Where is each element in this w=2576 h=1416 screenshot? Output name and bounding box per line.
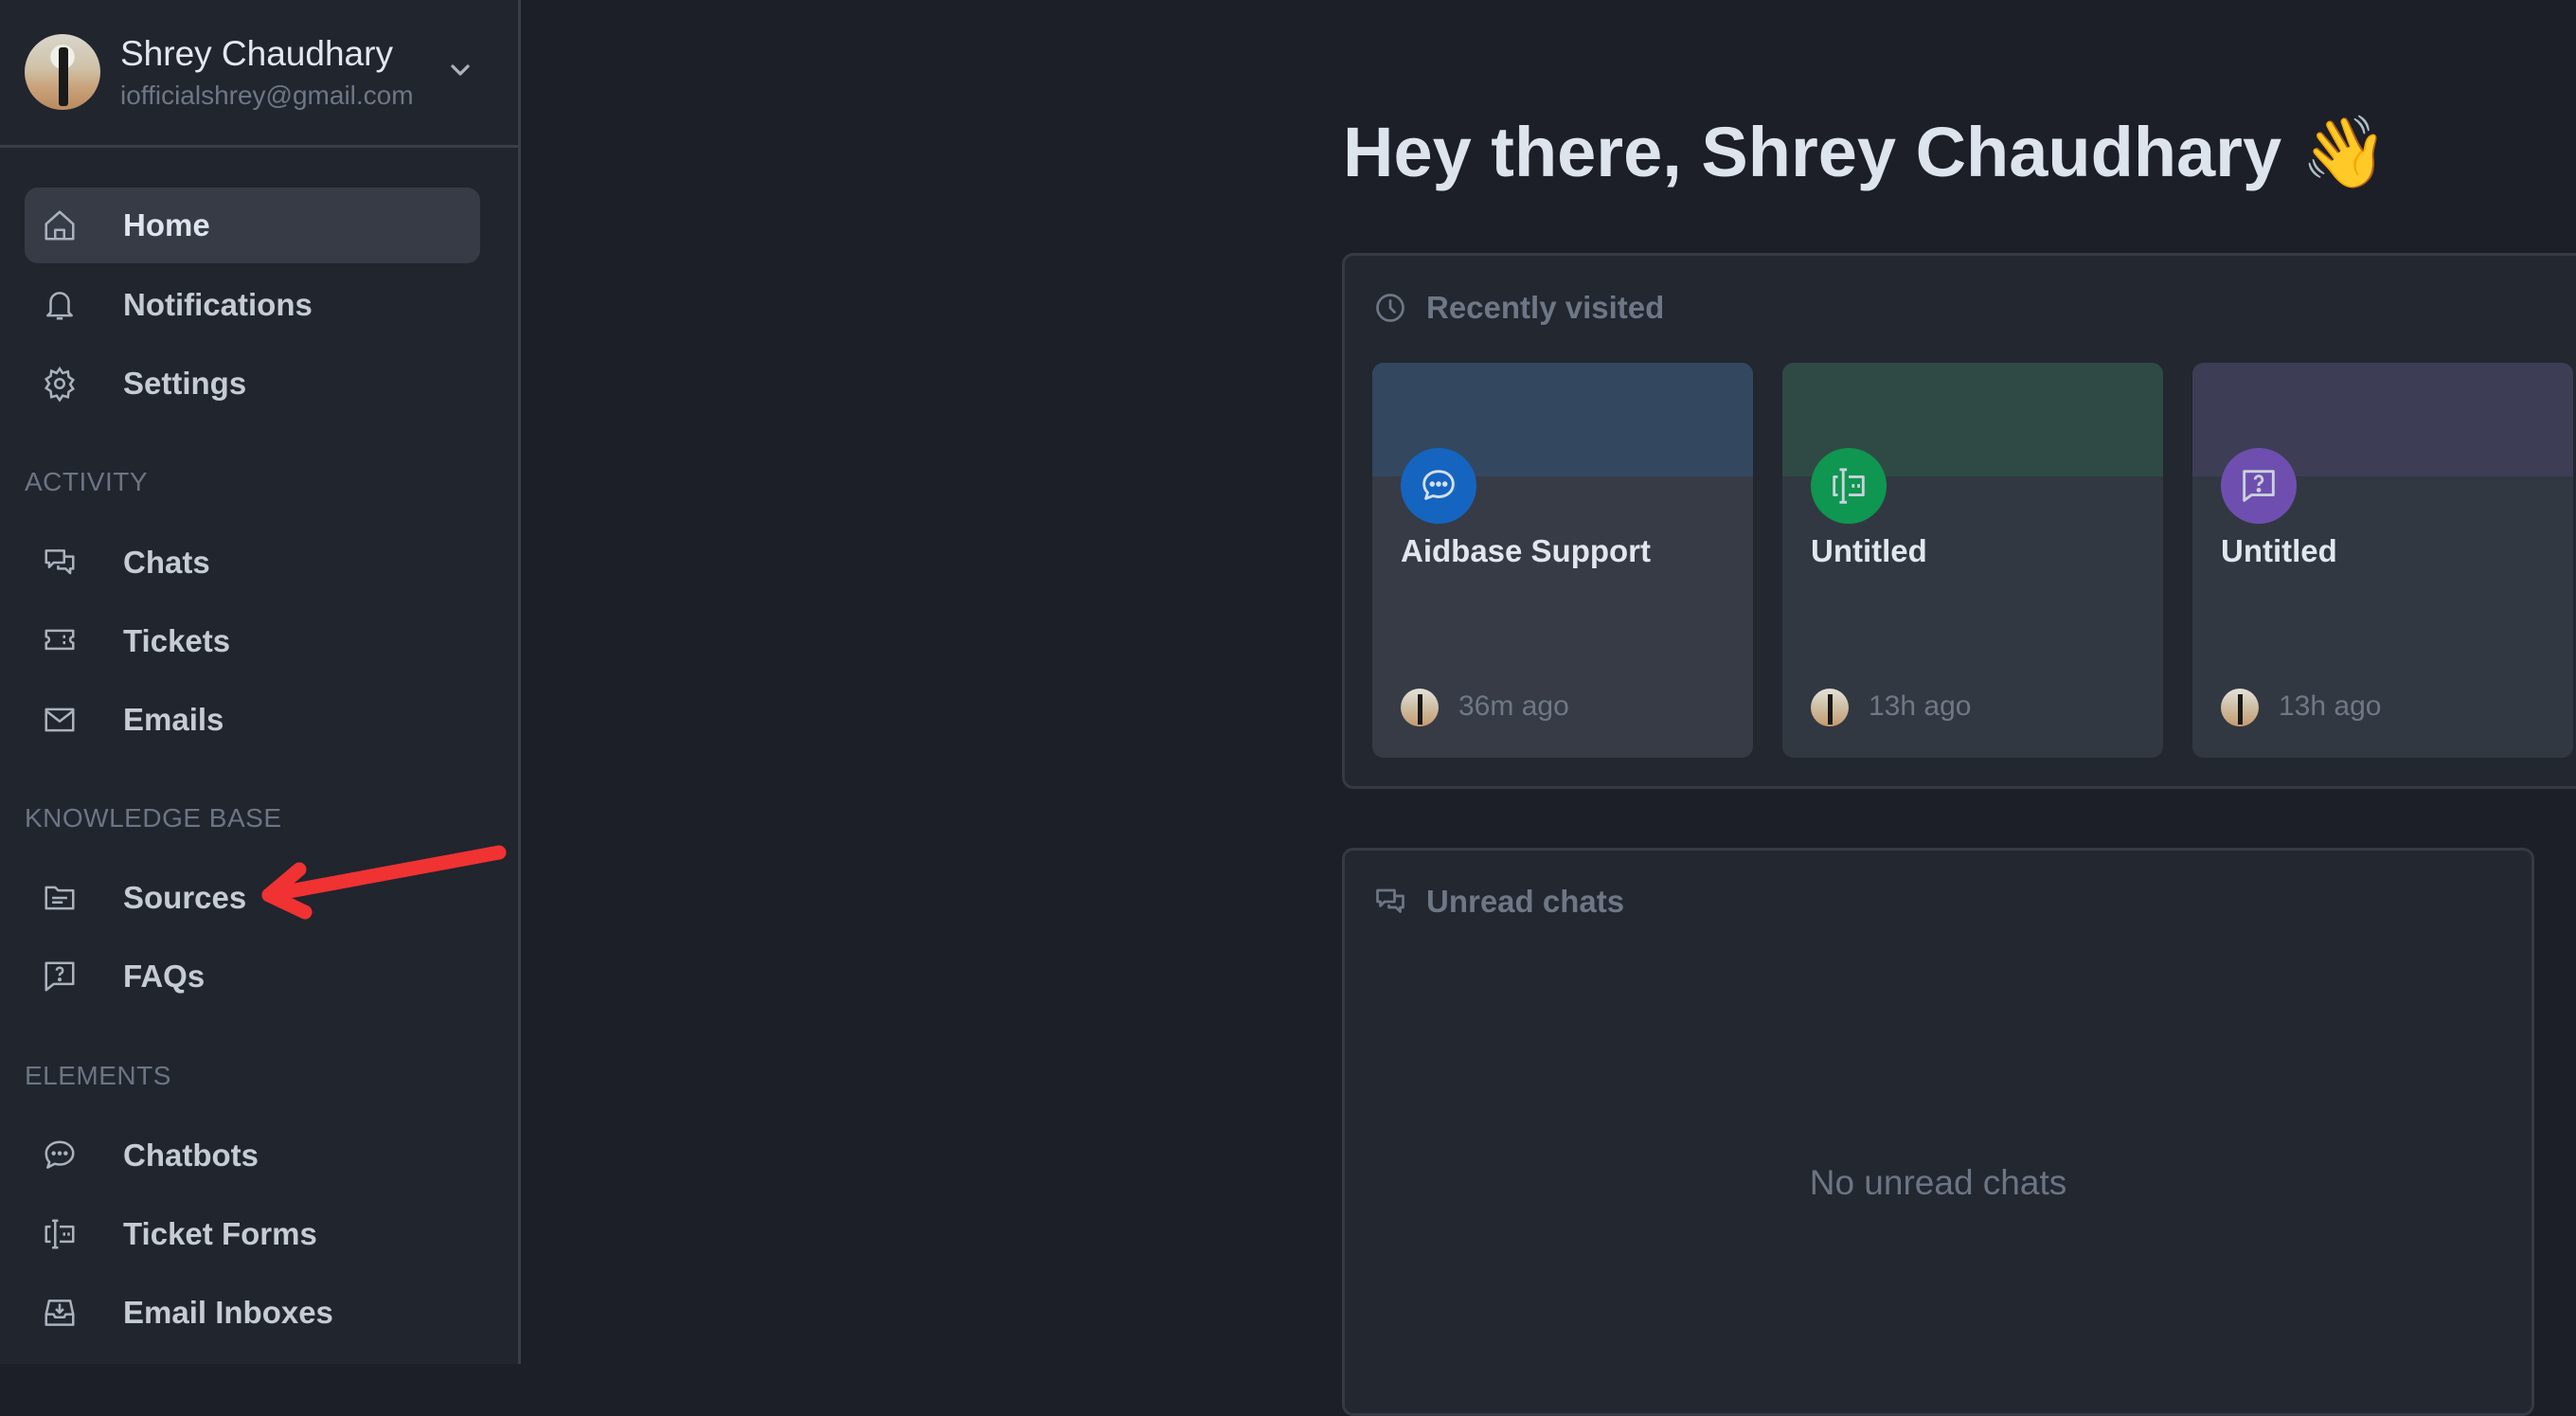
recent-card[interactable]: Aidbase Support 36m ago xyxy=(1372,363,1753,758)
inbox-icon xyxy=(45,1299,75,1326)
sidebar-item-label: FAQs xyxy=(123,959,206,994)
sidebar-item-faqs[interactable]: FAQs xyxy=(25,939,480,1014)
sidebar-item-chatbots[interactable]: Chatbots xyxy=(25,1118,480,1193)
avatar xyxy=(1401,689,1439,726)
card-time: 36m ago xyxy=(1458,690,1569,722)
sidebar-item-label: Ticket Forms xyxy=(123,1216,317,1251)
sidebar-item-sources[interactable]: Sources xyxy=(25,860,480,936)
sidebar-item-emails[interactable]: Emails xyxy=(25,682,480,758)
sidebar: Shrey Chaudhary iofficialshrey@gmail.com… xyxy=(0,0,521,1364)
sidebar-item-label: Home xyxy=(123,207,210,242)
recent-card[interactable]: Untitled 13h ago xyxy=(1782,363,2163,758)
page-title: Hey there, Shrey Chaudhary 👋 xyxy=(1343,113,2388,191)
card-title: Untitled xyxy=(1811,533,1927,568)
card-time: 13h ago xyxy=(1869,690,1972,722)
card-icon-badge xyxy=(1401,448,1476,524)
section-label-elements: ELEMENTS xyxy=(25,1061,171,1090)
card-title: Aidbase Support xyxy=(1401,533,1652,568)
sidebar-item-label: Settings xyxy=(123,366,247,401)
card-time: 13h ago xyxy=(2279,690,2382,722)
avatar xyxy=(2221,689,2259,726)
ticket-form-icon xyxy=(1833,468,1865,504)
unread-chats-header: Unread chats xyxy=(1373,884,1624,920)
chatbot-icon xyxy=(45,1140,75,1169)
profile-switcher[interactable]: Shrey Chaudhary iofficialshrey@gmail.com xyxy=(0,0,518,148)
ticket-icon xyxy=(45,629,75,651)
sidebar-item-label: Chats xyxy=(123,545,210,580)
sidebar-item-chats[interactable]: Chats xyxy=(25,525,480,600)
chats-icon xyxy=(45,549,75,575)
sidebar-item-label: Sources xyxy=(123,880,247,915)
bell-icon xyxy=(46,292,73,320)
recently-visited-header: Recently visited xyxy=(1373,290,1664,326)
recent-card[interactable]: Untitled 13h ago xyxy=(2192,363,2573,758)
sidebar-item-notifications[interactable]: Notifications xyxy=(25,267,480,343)
sidebar-item-home[interactable]: Home xyxy=(25,188,480,263)
section-label-knowledge-base: KNOWLEDGE BASE xyxy=(25,803,282,833)
sidebar-item-settings[interactable]: Settings xyxy=(25,346,480,421)
ticket-form-icon xyxy=(45,1219,75,1249)
mail-icon xyxy=(45,708,75,732)
chevron-down-icon[interactable] xyxy=(445,55,475,85)
sidebar-item-tickets[interactable]: Tickets xyxy=(25,603,480,679)
chatbot-icon xyxy=(1422,470,1455,500)
sidebar-item-label: Email Inboxes xyxy=(123,1295,333,1330)
sidebar-item-label: Notifications xyxy=(123,287,313,322)
section-label-activity: ACTIVITY xyxy=(25,467,149,496)
faq-icon xyxy=(45,961,75,992)
recently-visited-panel: Recently visited Aidbase Support 36m ago… xyxy=(1342,253,2576,789)
card-icon-badge xyxy=(2221,448,2297,524)
sidebar-item-ticket-forms[interactable]: Ticket Forms xyxy=(25,1196,480,1272)
card-title: Untitled xyxy=(2221,533,2337,568)
profile-name: Shrey Chaudhary xyxy=(120,34,393,73)
sidebar-item-label: Tickets xyxy=(123,623,231,658)
sidebar-item-label: Emails xyxy=(123,702,224,737)
unread-chats-title: Unread chats xyxy=(1426,884,1625,919)
faq-icon xyxy=(2243,470,2275,502)
sidebar-item-email-inboxes[interactable]: Email Inboxes xyxy=(25,1275,480,1351)
sidebar-item-label: Chatbots xyxy=(123,1138,259,1173)
card-icon-badge xyxy=(1811,448,1887,524)
clock-icon xyxy=(1376,294,1404,322)
unread-chats-panel: Unread chats No unread chats xyxy=(1342,848,2534,1416)
home-icon xyxy=(45,210,75,241)
recently-visited-title: Recently visited xyxy=(1426,290,1665,325)
folder-icon xyxy=(45,886,75,910)
avatar xyxy=(1811,689,1849,726)
profile-email: iofficialshrey@gmail.com xyxy=(120,81,414,110)
chats-icon xyxy=(1376,888,1404,913)
empty-state-text: No unread chats xyxy=(1809,1163,2067,1202)
gear-icon xyxy=(44,366,76,402)
avatar xyxy=(25,34,100,110)
